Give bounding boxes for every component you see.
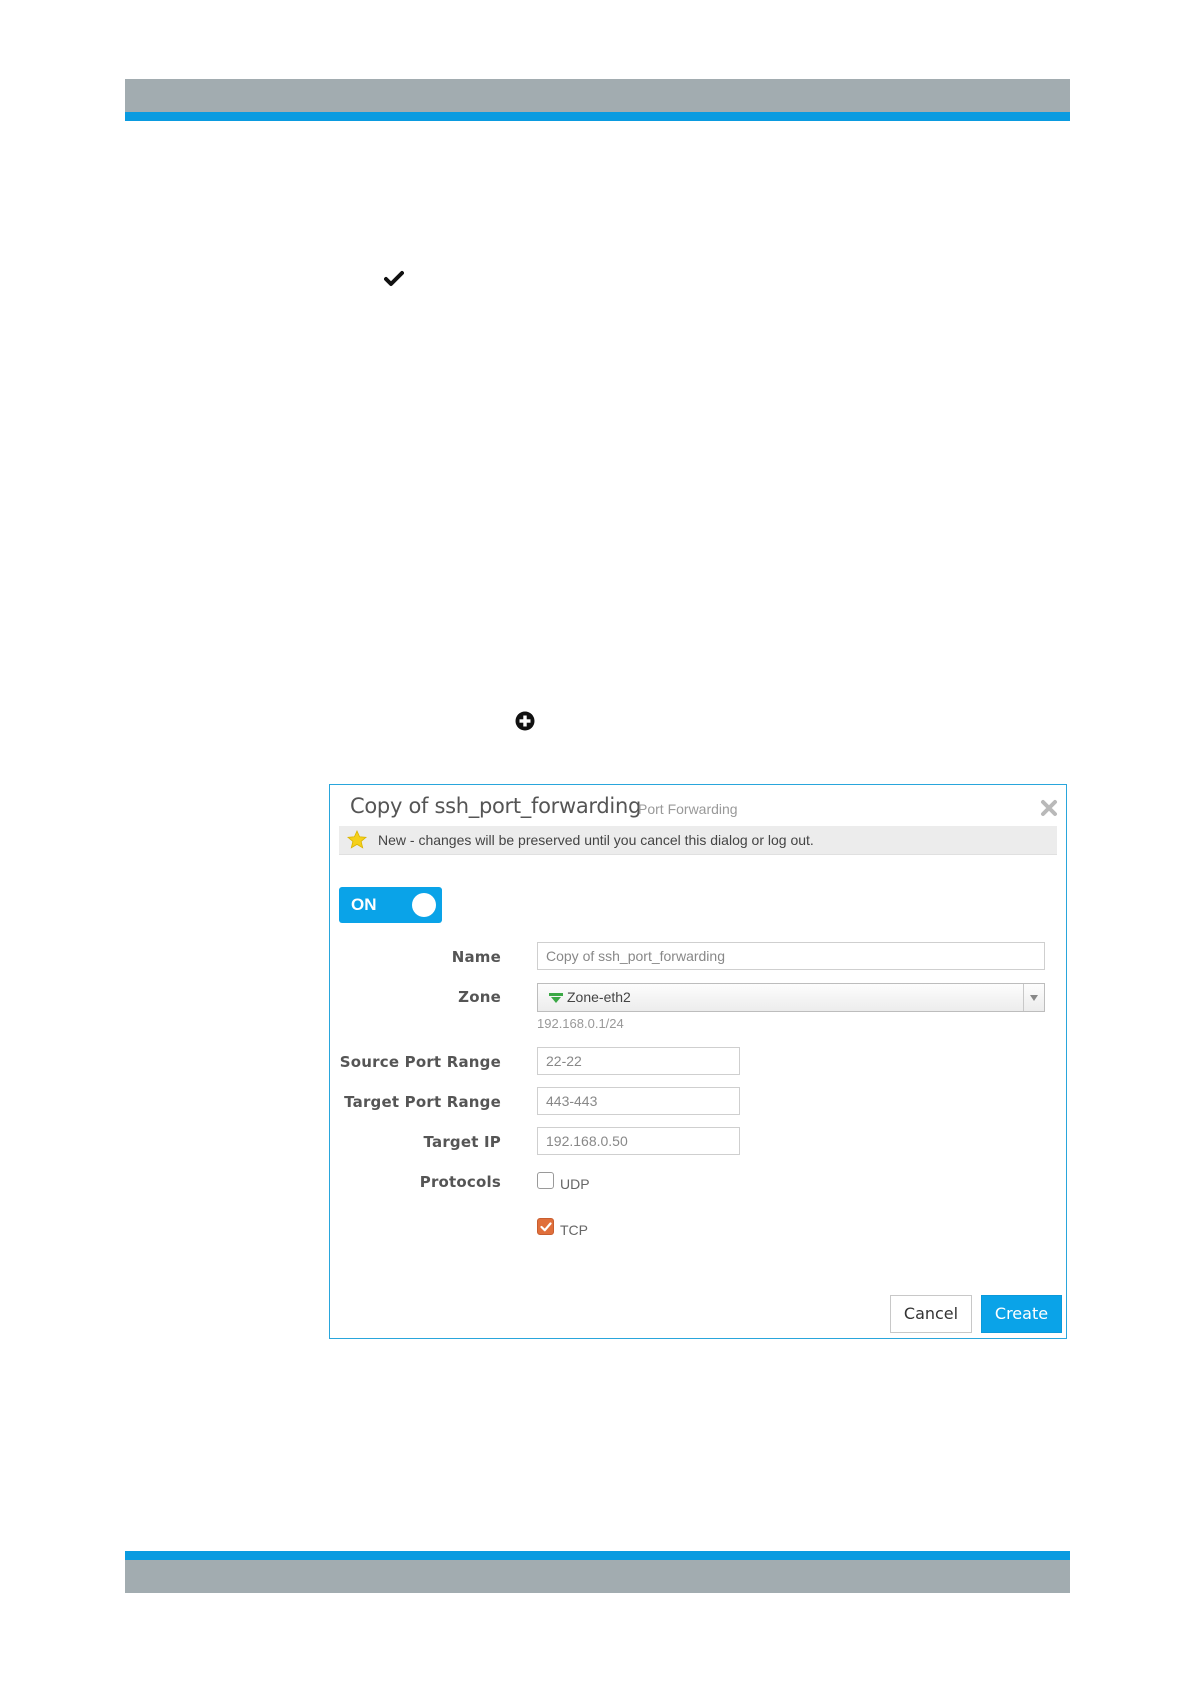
enabled-toggle[interactable]: ON — [339, 887, 442, 923]
cancel-button[interactable]: Cancel — [890, 1295, 972, 1333]
port-forwarding-dialog: Copy of ssh_port_forwarding Port Forward… — [329, 784, 1067, 1339]
close-icon[interactable] — [1040, 799, 1058, 817]
notice-text: New - changes will be preserved until yo… — [378, 832, 814, 848]
zone-label: Zone — [458, 988, 501, 1006]
dropdown-arrow-icon — [1030, 995, 1038, 1001]
dialog-subtitle: Port Forwarding — [638, 801, 738, 817]
header-accent-line — [125, 112, 1070, 121]
dialog-title: Copy of ssh_port_forwarding — [350, 794, 641, 818]
checkbox-check-icon — [540, 1222, 552, 1232]
unsaved-notice: New - changes will be preserved until yo… — [339, 826, 1057, 855]
target-port-label: Target Port Range — [344, 1093, 501, 1111]
udp-label: UDP — [560, 1176, 590, 1192]
zone-select[interactable]: Zone-eth2 — [537, 983, 1045, 1012]
target-port-input[interactable] — [537, 1087, 740, 1115]
zone-subnet: 192.168.0.1/24 — [537, 1016, 624, 1031]
zone-icon — [549, 993, 563, 1003]
toggle-knob — [412, 893, 436, 917]
source-port-input[interactable] — [537, 1047, 740, 1075]
plus-circle-icon — [515, 711, 535, 731]
zone-value: Zone-eth2 — [567, 989, 631, 1005]
target-ip-input[interactable] — [537, 1127, 740, 1155]
star-icon — [347, 830, 367, 849]
checkmark-icon — [384, 271, 404, 286]
create-button[interactable]: Create — [981, 1295, 1062, 1333]
udp-checkbox[interactable] — [537, 1172, 554, 1189]
footer-accent-line — [125, 1551, 1070, 1560]
footer-bar — [125, 1560, 1070, 1593]
source-port-label: Source Port Range — [339, 1053, 501, 1071]
tcp-checkbox[interactable] — [537, 1218, 554, 1235]
target-ip-label: Target IP — [423, 1133, 501, 1151]
header-bar — [125, 79, 1070, 112]
zone-dropdown-button[interactable] — [1023, 984, 1044, 1011]
protocols-label: Protocols — [419, 1173, 501, 1191]
name-label: Name — [451, 948, 501, 966]
name-input[interactable] — [537, 942, 1045, 970]
toggle-label: ON — [351, 895, 377, 914]
tcp-label: TCP — [560, 1222, 588, 1238]
